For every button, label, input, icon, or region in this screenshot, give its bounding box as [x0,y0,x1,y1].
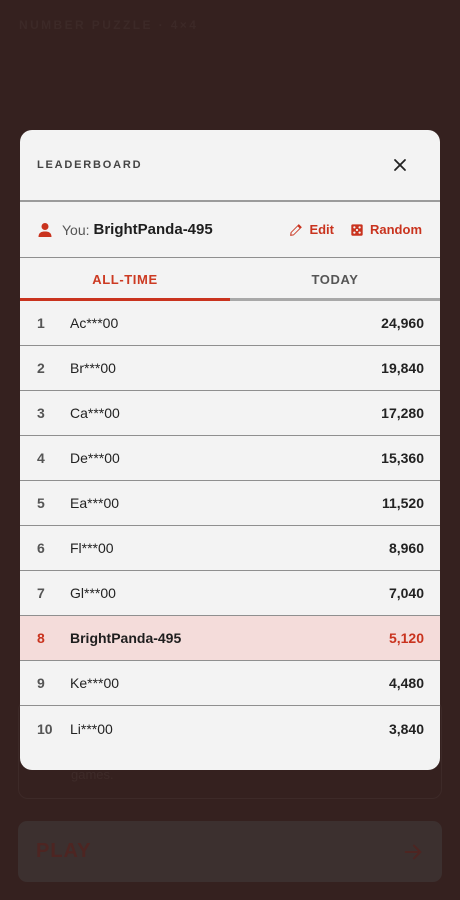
row-player: Ac***00 [70,315,119,331]
leaderboard-row: 4 De***00 15,360 [20,436,440,481]
close-button[interactable] [390,155,410,175]
tab-today[interactable]: TODAY [230,258,440,301]
row-score: 7,040 [388,585,424,601]
row-rank: 4 [37,450,45,466]
play-button-label: PLAY [36,840,92,862]
row-player: Ca***00 [70,405,120,421]
leaderboard-row: 1 Ac***00 24,960 [20,301,440,346]
row-player: Br***00 [70,360,116,376]
row-score: 8,960 [388,540,424,556]
leaderboard-row: 5 Ea***00 11,520 [20,481,440,526]
leaderboard-row: 6 Fl***00 8,960 [20,526,440,571]
leaderboard-row-current-user: 8 BrightPanda-495 5,120 [20,616,440,661]
row-score: 5,120 [388,630,424,646]
row-score: 19,840 [381,360,424,376]
row-rank: 2 [37,360,45,376]
dice-icon [351,223,363,236]
edit-label: Edit [309,222,334,237]
row-player: Fl***00 [70,540,114,556]
row-player: Ea***00 [70,495,120,511]
user-actions: Edit Random [289,222,422,237]
random-label: Random [370,222,422,237]
row-player: Gl***00 [70,585,116,601]
edit-name-button[interactable]: Edit [289,222,334,237]
user-name: BrightPanda-495 [93,221,213,238]
row-score: 4,480 [388,675,424,691]
row-rank: 7 [37,585,45,601]
row-player: Ke***00 [70,675,120,691]
user-prefix: You: [62,221,90,238]
row-player: BrightPanda-495 [70,630,182,646]
row-rank: 8 [37,630,45,646]
leaderboard-modal: LEADERBOARD You: BrightPanda-495 Edit Ra… [20,130,440,770]
leaderboard-row: 10 Li***00 3,840 [20,706,440,751]
app-title: NUMBER PUZZLE · 4×4 [19,18,199,32]
leaderboard-row: 7 Gl***00 7,040 [20,571,440,616]
row-rank: 3 [37,405,45,421]
modal-title: LEADERBOARD [37,159,143,171]
play-button: PLAY [18,821,442,882]
row-score: 11,520 [381,495,424,511]
leaderboard-row: 9 Ke***00 4,480 [20,661,440,706]
random-name-button[interactable]: Random [350,222,422,237]
leaderboard-row: 3 Ca***00 17,280 [20,391,440,436]
pencil-icon [290,223,303,236]
modal-header: LEADERBOARD [20,130,440,202]
row-player: De***00 [70,450,120,466]
row-score: 17,280 [381,405,424,421]
row-score: 15,360 [381,450,424,466]
user-icon [38,222,52,237]
current-user-row: You: BrightPanda-495 Edit Random [20,202,440,258]
leaderboard-row: 2 Br***00 19,840 [20,346,440,391]
leaderboard-list: 1 Ac***00 24,960 2 Br***00 19,840 3 Ca**… [20,301,440,751]
arrow-right-icon [404,844,422,859]
row-score: 24,960 [381,315,424,331]
leaderboard-tabs: ALL-TIME TODAY [20,258,440,301]
row-rank: 5 [37,495,45,511]
row-rank: 1 [37,315,45,331]
row-player: Li***00 [70,720,113,737]
row-rank: 6 [37,540,45,556]
close-icon [394,159,406,171]
row-score: 3,840 [388,720,424,737]
row-rank: 9 [37,675,45,691]
row-rank: 10 [37,720,53,737]
tab-all-time[interactable]: ALL-TIME [20,258,230,301]
